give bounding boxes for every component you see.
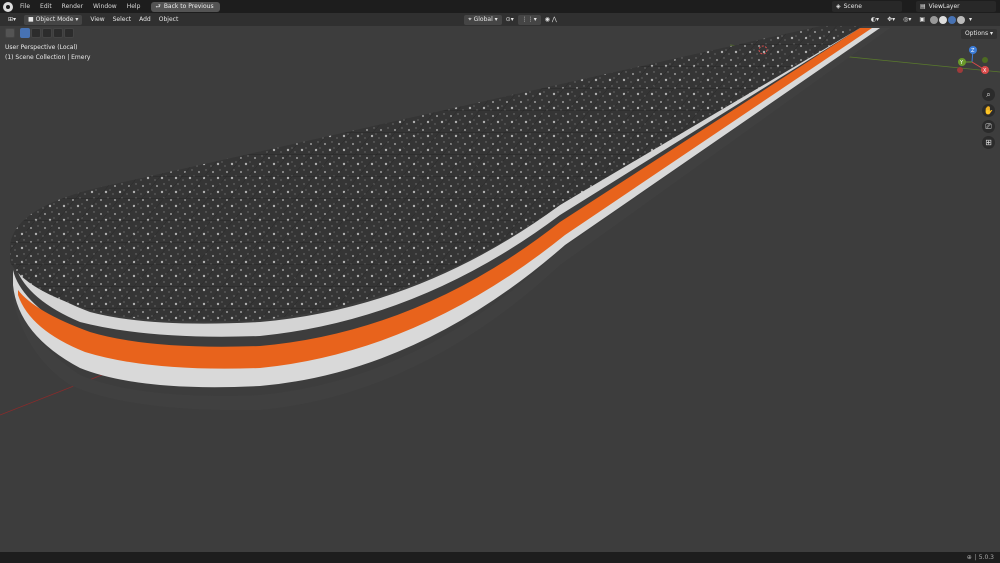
perspective-label: User Perspective (Local) (5, 44, 78, 51)
viewport-canvas[interactable]: Z X Y (0, 0, 1000, 563)
version-label: | 5.0.3 (974, 554, 994, 561)
shading-solid-icon[interactable] (939, 15, 948, 24)
proportional-edit-icon[interactable]: ◉ ⋀ (541, 15, 561, 25)
select-extend-icon[interactable] (31, 28, 41, 38)
orientation-label: Global (473, 15, 493, 23)
select-new-icon[interactable] (20, 28, 30, 38)
pivot-icon[interactable]: ⊙▾ (502, 15, 518, 25)
tool-settings-row (5, 28, 74, 39)
shading-rendered-icon[interactable] (957, 15, 966, 24)
shading-material-icon[interactable] (948, 15, 957, 24)
menu-view[interactable]: View (86, 15, 108, 25)
gizmo-label-x: X (983, 68, 987, 74)
mode-label: Object Mode (35, 15, 74, 23)
top-menubar: File Edit Render Window Help ⮐ Back to P… (0, 0, 1000, 13)
options-label: Options (964, 30, 989, 37)
viewport-header: ⊞▾ ■ Object Mode ▾ View Select Add Objec… (0, 13, 1000, 26)
gizmo-label-z: Z (971, 48, 975, 54)
scene-name: Scene (843, 3, 862, 10)
snap-icon[interactable]: ⋮⋮▾ (517, 14, 541, 25)
menu-object[interactable]: Object (155, 15, 183, 25)
visibility-icon[interactable]: ◐▾ (867, 15, 883, 25)
gizmo-toggle-icon[interactable]: ✥▾ (883, 15, 899, 25)
perspective-toggle-icon[interactable]: ⊞ (982, 136, 995, 149)
globe-icon: ⊕ (966, 554, 972, 561)
viewlayer-icon: ▤ (920, 3, 926, 10)
navigation-gizmo[interactable]: Z X Y (957, 46, 989, 74)
select-intersect-icon[interactable] (64, 28, 74, 38)
xray-icon[interactable]: ▣ (915, 15, 929, 25)
blender-logo-icon[interactable] (3, 1, 13, 12)
object-mode-icon: ■ (28, 15, 34, 23)
menu-edit[interactable]: Edit (35, 0, 57, 13)
menu-help[interactable]: Help (122, 0, 146, 13)
back-to-previous-label: Back to Previous (163, 2, 214, 10)
menu-add[interactable]: Add (135, 15, 155, 25)
viewlayer-selector[interactable]: ▤ ViewLayer (916, 1, 996, 12)
camera-view-icon[interactable]: ⎚ (982, 120, 995, 133)
scene-selector[interactable]: ◈ Scene (832, 1, 902, 12)
select-invert-icon[interactable] (53, 28, 63, 38)
select-subtract-icon[interactable] (42, 28, 52, 38)
zoom-icon[interactable]: ⌕ (982, 88, 995, 101)
shading-wireframe-icon[interactable] (930, 15, 939, 24)
status-bar: ⊕ | 5.0.3 (0, 552, 1000, 563)
tool-select-icon[interactable] (5, 28, 15, 38)
mode-selector[interactable]: ■ Object Mode ▾ (24, 14, 83, 25)
editor-type-icon[interactable]: ⊞▾ (4, 15, 20, 25)
viewlayer-name: ViewLayer (928, 3, 960, 10)
back-to-previous-button[interactable]: ⮐ Back to Previous (151, 1, 220, 12)
back-arrow-icon: ⮐ (155, 2, 161, 10)
menu-window[interactable]: Window (88, 0, 122, 13)
overlay-icon[interactable]: ◎▾ (899, 15, 915, 25)
options-button[interactable]: Options ▾ (961, 29, 997, 39)
shading-options-icon[interactable]: ▾ (965, 15, 976, 25)
menu-render[interactable]: Render (57, 0, 88, 13)
pan-hand-icon[interactable]: ✋ (982, 104, 995, 117)
menu-select[interactable]: Select (109, 15, 136, 25)
orientation-icon: ⌖ (468, 15, 472, 23)
transform-orientation[interactable]: ⌖ Global ▾ (464, 14, 502, 25)
collection-label: (1) Scene Collection | Emery (5, 54, 91, 61)
scene-icon: ◈ (836, 3, 841, 10)
menu-file[interactable]: File (15, 0, 35, 13)
